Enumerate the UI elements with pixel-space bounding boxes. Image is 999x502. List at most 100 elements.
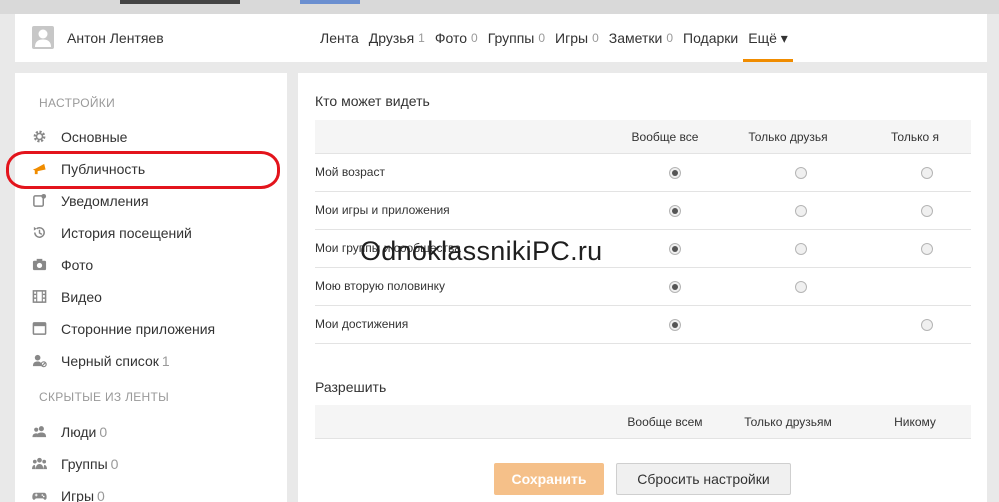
- sidebar-item-text: Уведомления: [61, 193, 149, 209]
- sidebar-item-label: Группы 0: [61, 456, 118, 472]
- privacy-row-label: Мои игры и приложения: [315, 203, 450, 217]
- nav-item-label: Ещё ▾: [748, 29, 788, 46]
- column-header-2: Только я: [891, 130, 939, 144]
- sidebar-item-0[interactable]: Основные: [15, 122, 287, 152]
- user-silhouette-icon: [35, 29, 51, 47]
- nav-item-4[interactable]: Игры 0: [550, 14, 604, 62]
- radio-вообще-все[interactable]: [669, 243, 681, 255]
- nav-item-label: Группы: [487, 30, 535, 46]
- nav-item-label: Фото: [434, 30, 468, 46]
- privacy-row: Мою вторую половинку: [315, 268, 971, 306]
- privacy-row: Мои достижения: [315, 306, 971, 344]
- privacy-row: Мои группы и сообщества: [315, 230, 971, 268]
- column-header-1: Только друзья: [748, 130, 828, 144]
- nav-item-label: Подарки: [683, 30, 739, 46]
- column-header-1: Только друзьям: [744, 415, 832, 429]
- gamepad-icon: [32, 488, 47, 502]
- top-strip-segment: [300, 0, 360, 4]
- radio-только-я[interactable]: [921, 205, 933, 217]
- sidebar-item-5[interactable]: Видео: [15, 282, 287, 312]
- radio-только-друзья[interactable]: [795, 205, 807, 217]
- nav-item-0[interactable]: Лента: [315, 14, 364, 62]
- sidebar-item-label: Люди 0: [61, 424, 107, 440]
- nav-item-count: 0: [538, 31, 546, 45]
- sidebar-item-label: Видео: [61, 289, 102, 305]
- nav-item-label: Друзья: [368, 30, 415, 46]
- nav-item-6[interactable]: Подарки: [678, 14, 743, 62]
- avatar[interactable]: [32, 26, 54, 49]
- visibility-table-header: Вообще все Только друзья Только я: [315, 120, 971, 154]
- top-bar: Антон Лентяев Лента Друзья 1 Фото 0 Группы 0 Иг…: [15, 14, 987, 62]
- radio-вообще-все[interactable]: [669, 167, 681, 179]
- sidebar-item-text: Группы: [61, 456, 108, 472]
- radio-вообще-все[interactable]: [669, 281, 681, 293]
- radio-только-друзья[interactable]: [795, 281, 807, 293]
- sidebar-item-text: Фото: [61, 257, 94, 273]
- sidebar-item-count: 0: [97, 488, 105, 502]
- privacy-row-label: Мои группы и сообщества: [315, 241, 461, 255]
- save-button[interactable]: Сохранить: [494, 463, 604, 495]
- sidebar-item-1[interactable]: Публичность: [15, 154, 287, 184]
- radio-только-я[interactable]: [921, 167, 933, 179]
- sidebar-item-text: Черный список: [61, 353, 159, 369]
- sidebar-item-label: Фото: [61, 257, 93, 273]
- nav-item-2[interactable]: Фото 0: [430, 14, 483, 62]
- nav-item-label: Лента: [320, 30, 359, 46]
- nav-item-7[interactable]: Ещё ▾: [743, 14, 793, 62]
- nav-item-1[interactable]: Друзья 1: [364, 14, 430, 62]
- reset-settings-button[interactable]: Сбросить настройки: [616, 463, 791, 495]
- film-icon: [32, 289, 47, 304]
- sidebar-item-text: История посещений: [61, 225, 192, 241]
- radio-вообще-все[interactable]: [669, 319, 681, 331]
- megaphone-icon: [32, 161, 47, 176]
- sidebar-item-text: Видео: [61, 289, 102, 305]
- sidebar-item-text: Игры: [61, 488, 95, 502]
- column-header-0: Вообще все: [631, 130, 699, 144]
- privacy-row-label: Мои достижения: [315, 317, 409, 331]
- nav-item-count: 0: [471, 31, 478, 45]
- sidebar-item-2[interactable]: Уведомления: [15, 186, 287, 216]
- blocked-user-icon: [32, 353, 47, 368]
- sidebar-item-label: Публичность: [61, 161, 145, 177]
- sidebar-item-count: 1: [161, 353, 170, 369]
- nav-item-3[interactable]: Группы 0: [483, 14, 550, 62]
- gear-icon: [32, 129, 47, 144]
- privacy-row: Мои игры и приложения: [315, 192, 971, 230]
- settings-sidebar: НАСТРОЙКИ СКРЫТЫЕ ИЗ ЛЕНТЫ Основные Публи…: [15, 73, 287, 502]
- sidebar-item-label: Игры 0: [61, 488, 105, 502]
- people-icon: [32, 424, 47, 439]
- sidebar-item-hidden-2[interactable]: Игры 0: [15, 481, 287, 502]
- radio-только-друзья[interactable]: [795, 167, 807, 179]
- visibility-section-title: Кто может видеть: [315, 93, 430, 109]
- radio-вообще-все[interactable]: [669, 205, 681, 217]
- sidebar-item-count: 0: [110, 456, 119, 472]
- privacy-row-label: Мой возраст: [315, 165, 385, 179]
- settings-heading: НАСТРОЙКИ: [39, 96, 116, 110]
- nav-item-count: 1: [418, 31, 425, 45]
- sidebar-item-4[interactable]: Фото: [15, 250, 287, 280]
- privacy-panel: Кто может видеть Вообще все Только друзья…: [298, 73, 987, 502]
- radio-только-я[interactable]: [921, 319, 933, 331]
- privacy-row-label: Мою вторую половинку: [315, 279, 445, 293]
- sidebar-item-text: Люди: [61, 424, 97, 440]
- sidebar-item-6[interactable]: Сторонние приложения: [15, 314, 287, 344]
- group-icon: [32, 456, 47, 471]
- sidebar-item-7[interactable]: Черный список 1: [15, 346, 287, 376]
- user-name[interactable]: Антон Лентяев: [67, 30, 164, 46]
- hidden-from-feed-heading: СКРЫТЫЕ ИЗ ЛЕНТЫ: [39, 390, 170, 404]
- nav-item-label: Заметки: [608, 30, 663, 46]
- column-header-2: Никому: [894, 415, 936, 429]
- nav-item-5[interactable]: Заметки 0: [604, 14, 678, 62]
- sidebar-item-text: Сторонние приложения: [61, 321, 216, 337]
- top-strip: [0, 0, 999, 14]
- sidebar-item-3[interactable]: История посещений: [15, 218, 287, 248]
- sidebar-item-label: Черный список 1: [61, 353, 170, 369]
- sidebar-item-hidden-0[interactable]: Люди 0: [15, 417, 287, 447]
- sidebar-item-hidden-1[interactable]: Группы 0: [15, 449, 287, 479]
- allow-section-title: Разрешить: [315, 379, 387, 395]
- app-window-icon: [32, 321, 47, 336]
- history-icon: [32, 225, 47, 240]
- radio-только-друзья[interactable]: [795, 243, 807, 255]
- sidebar-item-text: Основные: [61, 129, 128, 145]
- radio-только-я[interactable]: [921, 243, 933, 255]
